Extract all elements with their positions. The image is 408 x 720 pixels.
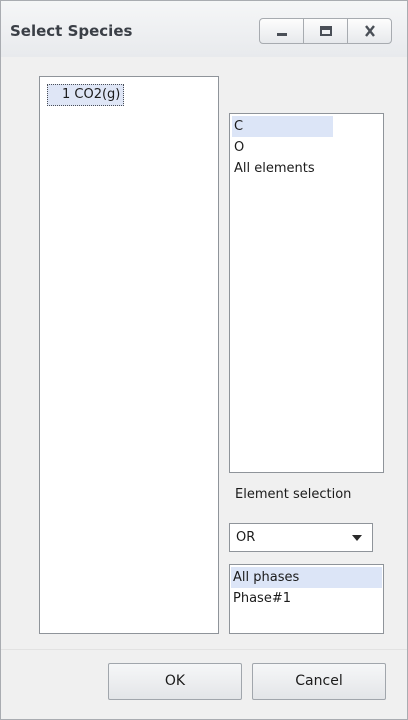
window-title: Select Species — [10, 22, 133, 40]
phases-list[interactable]: All phases Phase#1 — [229, 564, 384, 634]
species-list[interactable]: 1 CO2(g) — [39, 76, 219, 634]
element-item-all-elements[interactable]: All elements — [232, 158, 315, 179]
species-item-label: 1 CO2(g) — [62, 87, 121, 102]
phase-item-all-phases[interactable]: All phases — [231, 567, 382, 588]
phase-item-label: Phase#1 — [233, 591, 291, 606]
dropdown-value: OR — [236, 530, 256, 545]
title-bar[interactable]: Select Species — [1, 1, 407, 57]
elements-list[interactable]: C O All elements — [229, 113, 384, 473]
species-item[interactable]: 1 CO2(g) — [47, 84, 125, 106]
minimize-button[interactable] — [260, 19, 304, 43]
element-selection-label: Element selection — [235, 487, 352, 502]
footer-divider — [1, 649, 407, 650]
select-species-dialog: Select Species 1 CO2(g) C O All elements… — [0, 0, 408, 720]
element-item-c[interactable]: C — [232, 116, 333, 137]
element-item-label: All elements — [234, 161, 315, 176]
element-item-label: C — [234, 119, 244, 134]
close-button[interactable] — [348, 19, 391, 43]
chevron-down-icon — [352, 535, 362, 541]
phase-item-phase1[interactable]: Phase#1 — [231, 588, 291, 609]
cancel-button[interactable]: Cancel — [252, 663, 386, 700]
window-controls — [259, 18, 392, 44]
minimize-icon — [276, 33, 287, 36]
element-item-o[interactable]: O — [232, 137, 244, 158]
close-icon — [364, 25, 375, 37]
element-item-label: O — [234, 140, 245, 155]
phase-item-label: All phases — [233, 570, 300, 585]
ok-button[interactable]: OK — [108, 663, 242, 700]
maximize-button[interactable] — [304, 19, 348, 43]
maximize-icon — [319, 26, 332, 36]
element-selection-dropdown[interactable]: OR — [229, 523, 373, 552]
